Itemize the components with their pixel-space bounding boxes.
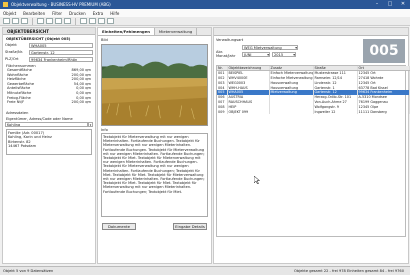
delete-icon[interactable] [89, 18, 96, 24]
city-input[interactable]: 99634 Frankenheim/Rhön [29, 56, 93, 62]
menu-bar: Objekt Bearbeiten Filter Drucken Extra H… [0, 9, 410, 17]
status-bar: Objekt 5 von 9 Datensätzen Objekte gesam… [0, 266, 410, 275]
minimize-icon[interactable]: – [372, 1, 382, 8]
chevron-down-icon: ▾ [293, 52, 295, 57]
menu-drucken[interactable]: Drucken [69, 11, 86, 16]
window-title: Objektverwaltung - BUSINESS-HV PREMIUM (… [11, 2, 111, 7]
documents-button[interactable]: Dokumente [102, 223, 136, 230]
right-header-bar [214, 28, 408, 36]
object-table: Nr. Objektbezeichnung Zusatz Straße Ort … [217, 66, 410, 114]
panel-header: OBJEKTÜBERSICHT [3, 28, 95, 35]
address-line: 14467 Potsdam [8, 143, 37, 148]
object-table-container: Nr. Objektbezeichnung Zusatz Straße Ort … [216, 65, 410, 237]
area-sum-value: 200,00 qm [71, 100, 92, 105]
menu-extra[interactable]: Extra [93, 11, 104, 16]
menu-filter[interactable]: Filter [52, 11, 62, 16]
mouse-cursor-icon [254, 176, 260, 184]
area-sum-row: Freie Nt/F 200,00 qm [3, 100, 95, 105]
address-box: Familie (Adr. 00017) Kohling, Karin und … [6, 128, 92, 155]
address-title: Adressdaten [6, 110, 29, 115]
owner-input[interactable]: Kohling [5, 122, 88, 128]
field-owner: Kohling ▾ [5, 122, 93, 128]
help-icon[interactable] [107, 18, 114, 24]
field-strasse: Straße/Nr. Gartenstr. 12 [5, 49, 93, 55]
object-table-body: 001 BEISPIEL Einfach Mieterverwaltung Muste… [217, 70, 410, 114]
tab-bar: Einheiten/Fehlmengen Mieterverwaltung [98, 28, 211, 36]
new-icon[interactable] [3, 18, 10, 24]
maximize-icon[interactable]: □ [385, 1, 395, 8]
property-photo [101, 44, 208, 126]
chevron-down-icon: ▾ [295, 45, 297, 50]
last-record-icon[interactable] [64, 18, 71, 24]
app-icon [3, 2, 8, 7]
toolbar-separator [32, 17, 33, 25]
chevron-down-icon: ▾ [267, 52, 269, 57]
objekt-input[interactable]: WHA005 [29, 42, 93, 48]
table-empty-area [217, 113, 405, 236]
image-label: Bild [101, 38, 108, 42]
year-select[interactable]: 2015 ▾ [272, 51, 296, 57]
close-icon[interactable]: ✕ [398, 1, 408, 8]
search-icon[interactable] [98, 18, 105, 24]
menu-hilfe[interactable]: Hilfe [110, 11, 119, 16]
toolbar [0, 17, 410, 26]
menu-bearbeiten[interactable]: Bearbeiten [23, 11, 45, 16]
first-record-icon[interactable] [37, 18, 44, 24]
tab-einheiten[interactable]: Einheiten/Fehlmengen [98, 28, 155, 35]
prev-record-icon[interactable] [46, 18, 53, 24]
info-textarea[interactable]: Textobjekt für Mieterverwaltung mit nur … [101, 133, 208, 217]
field-objekt: Objekt WHA005 [5, 42, 93, 48]
status-left: Objekt 5 von 9 Datensätzen [3, 269, 54, 273]
toolbar-separator [75, 17, 76, 25]
landscape-image [102, 45, 207, 125]
owner-label: Eigentümer, Adress/Code oder Name [6, 116, 73, 121]
status-right: Objekte gesamt 22 - frei 978 Einheiten g… [294, 269, 404, 273]
next-record-icon[interactable] [55, 18, 62, 24]
input-details-button[interactable]: Eingabe Details [173, 223, 207, 230]
print-icon[interactable] [80, 18, 87, 24]
billing-period-label: Abr. Monat/Jahr [216, 50, 236, 58]
dropdown-arrow-icon[interactable]: ▾ [88, 122, 93, 128]
open-icon[interactable] [12, 18, 19, 24]
menu-objekt[interactable]: Objekt [3, 11, 16, 16]
title-bar: Objektverwaltung - BUSINESS-HV PREMIUM (… [0, 0, 410, 9]
field-plz-ort: PLZ/Ort 99634 Frankenheim/Rhön [5, 56, 93, 62]
management-type-label: Verwaltungsart [216, 38, 244, 42]
overview-subheader: OBJEKTÜBERSICHT (Objekt 005) [6, 37, 71, 41]
area-sum-label: Freie Nt/F [7, 100, 25, 105]
table-cell: Einfach Mieterverwaltung [269, 70, 314, 76]
area-sums-list: Gesamtfläche 869,00 qm Wohnfläche 200,00 qm… [3, 68, 95, 105]
management-type-select[interactable]: WEG Mietverwaltung ▾ [242, 44, 298, 50]
table-cell: Herzog-Odilo-Str. 101 [313, 94, 358, 100]
object-number-badge: 005 [363, 39, 405, 63]
object-detail-panel: Einheiten/Fehlmengen Mieterverwaltung Bi… [97, 27, 212, 264]
table-cell: Einfache Mietverwaltung [269, 75, 314, 81]
object-list-panel: Verwaltungsart WEG Mietverwaltung ▾ Abr. … [213, 27, 410, 264]
object-overview-panel: OBJEKTÜBERSICHT OBJEKTÜBERSICHT (Objekt … [2, 27, 96, 264]
street-input[interactable]: Gartenstr. 12 [29, 49, 93, 55]
tab-mieterverwaltung[interactable]: Mieterverwaltung [155, 28, 198, 35]
info-label: Info [101, 128, 108, 132]
month-select[interactable]: JUNI ▾ [242, 51, 270, 57]
save-icon[interactable] [21, 18, 28, 24]
